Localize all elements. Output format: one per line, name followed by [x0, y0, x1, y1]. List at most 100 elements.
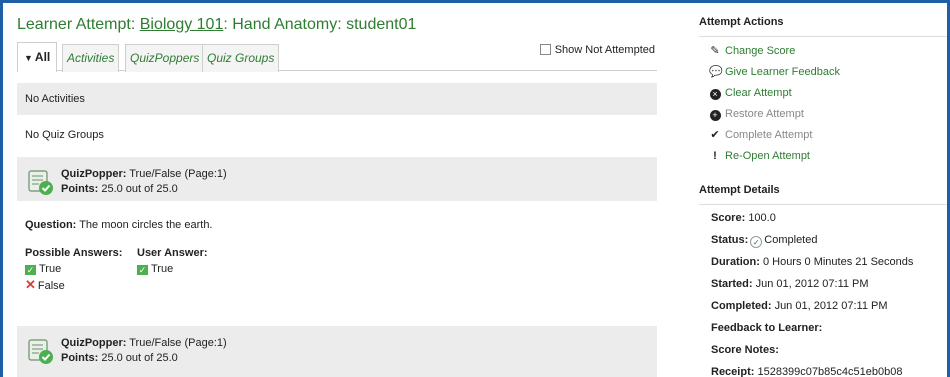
completed-label: Completed:: [711, 300, 772, 312]
clear-attempt-label: Clear Attempt: [725, 87, 792, 99]
tab-activities-label: Activities: [67, 51, 115, 65]
user-answer-value: ✓ True: [137, 261, 208, 277]
correct-check-icon: ✓: [25, 265, 36, 275]
course-link[interactable]: Biology 101: [140, 16, 224, 33]
plus-circle-icon: +: [709, 104, 721, 125]
tab-bar: ▼ All Activities QuizPoppers Quiz Groups …: [17, 41, 657, 72]
possible-answer-true: ✓ True: [25, 261, 122, 277]
wrong-x-icon: ✕: [25, 277, 36, 292]
restore-attempt-action[interactable]: + Restore Attempt: [699, 104, 947, 125]
question-text: The moon circles the earth.: [79, 219, 213, 231]
quizpopper-type-line: QuizPopper: True/False (Page:1): [61, 336, 657, 351]
tab-quizpoppers[interactable]: QuizPoppers: [125, 44, 205, 72]
page-title: Learner Attempt: Biology 101: Hand Anato…: [17, 13, 657, 37]
main-panel: Learner Attempt: Biology 101: Hand Anato…: [17, 13, 657, 303]
quiz-graded-icon: [28, 170, 53, 195]
started-value: Jun 01, 2012 07:11 PM: [755, 278, 869, 290]
clear-attempt-action[interactable]: × Clear Attempt: [699, 83, 947, 104]
restore-attempt-label: Restore Attempt: [725, 108, 804, 120]
correct-check-icon: ✓: [137, 265, 148, 275]
complete-attempt-action[interactable]: ✔ Complete Attempt: [699, 125, 947, 146]
possible-answers-label: Possible Answers:: [25, 247, 123, 259]
receipt-label: Receipt:: [711, 366, 755, 377]
activities-section: No Activities: [17, 83, 657, 115]
quizpopper-points-value: 25.0 out of 25.0: [101, 183, 178, 195]
quizpopper-points-value: 25.0 out of 25.0: [101, 352, 178, 364]
quizpopper-points-line: Points: 25.0 out of 25.0: [61, 351, 657, 366]
give-feedback-action[interactable]: 💬 Give Learner Feedback: [699, 62, 947, 83]
checkmark-icon: ✔: [710, 129, 720, 141]
tab-activities[interactable]: Activities: [62, 44, 120, 72]
quizpopper-type-label: QuizPopper:: [61, 337, 127, 349]
detail-score-notes: Score Notes:: [699, 339, 947, 361]
quizpopper-type-label: QuizPopper:: [61, 168, 127, 180]
show-not-attempted-checkbox[interactable]: [539, 44, 551, 55]
show-not-attempted-label: Show Not Attempted: [554, 44, 655, 56]
attempt-details-heading: Attempt Details: [699, 181, 947, 205]
reopen-attempt-action[interactable]: ! Re-Open Attempt: [699, 146, 947, 167]
detail-receipt: Receipt: 1528399c07b85c4c51eb0b08: [699, 361, 947, 377]
user-answer-text: True: [151, 263, 174, 275]
title-prefix: Learner Attempt:: [17, 16, 140, 33]
quizpopper-page: (Page:1): [184, 168, 227, 180]
detail-status: Status: ✓ Completed: [699, 229, 947, 251]
receipt-value: 1528399c07b85c4c51eb0b08: [757, 366, 903, 377]
tab-all[interactable]: ▼ All: [17, 42, 58, 72]
quiz-groups-section: No Quiz Groups: [17, 115, 657, 155]
quizpopper-page: (Page:1): [184, 337, 227, 349]
complete-attempt-label: Complete Attempt: [725, 129, 813, 141]
quizpopper-type-value: True/False: [129, 337, 182, 349]
started-label: Started:: [711, 278, 753, 290]
answers-grid: Possible Answers: ✓ True ✕ False User Answ…: [25, 245, 649, 303]
score-label: Score:: [711, 212, 746, 224]
quizpopper-header: QuizPopper: True/False (Page:1) Points: …: [17, 326, 657, 370]
duration-value: 0 Hours 0 Minutes 21 Seconds: [762, 256, 914, 268]
question-line: Question: The moon circles the earth.: [25, 211, 649, 239]
quizpopper-header: QuizPopper: True/False (Page:1) Points: …: [17, 157, 657, 201]
tab-quizpoppers-label: QuizPoppers: [130, 51, 200, 65]
feedback-label: Feedback to Learner:: [711, 322, 823, 334]
user-answer-column: User Answer: ✓ True: [137, 245, 208, 277]
speech-bubble-icon: 💬: [709, 66, 723, 78]
pencil-icon: ✎: [710, 45, 720, 57]
title-suffix: : Hand Anatomy: student01: [223, 16, 417, 33]
change-score-label: Change Score: [725, 45, 796, 57]
no-quiz-groups-text: No Quiz Groups: [25, 129, 104, 141]
score-value: 100.0: [748, 212, 776, 224]
show-not-attempted[interactable]: Show Not Attempted: [539, 44, 655, 56]
detail-feedback: Feedback to Learner:: [699, 317, 947, 339]
user-answer-label: User Answer:: [137, 247, 208, 259]
duration-label: Duration:: [711, 256, 760, 268]
detail-score: Score: 100.0: [699, 207, 947, 229]
give-feedback-label: Give Learner Feedback: [725, 66, 840, 78]
quizpopper-points-label: Points:: [61, 183, 99, 195]
possible-answer-false: ✕ False: [25, 277, 122, 294]
status-label: Status:: [711, 234, 749, 246]
caret-down-icon: ▼: [24, 53, 33, 63]
exclamation-icon: !: [713, 150, 717, 162]
attempt-actions-heading: Attempt Actions: [699, 13, 947, 37]
no-activities-text: No Activities: [25, 93, 85, 105]
detail-completed: Completed: Jun 01, 2012 07:11 PM: [699, 295, 947, 317]
window-frame: Learner Attempt: Biology 101: Hand Anato…: [0, 0, 950, 377]
detail-started: Started: Jun 01, 2012 07:11 PM: [699, 273, 947, 295]
attempt-sidebar: Attempt Actions ✎ Change Score 💬 Give Lear…: [699, 13, 947, 377]
quizpopper-type-value: True/False: [129, 168, 182, 180]
completed-status-icon: ✓: [750, 236, 763, 248]
possible-answer-true-text: True: [39, 263, 62, 275]
completed-value: Jun 01, 2012 07:11 PM: [774, 300, 888, 312]
question-label: Question:: [25, 219, 77, 231]
tab-all-label: All: [34, 50, 51, 64]
tab-quiz-groups-label: Quiz Groups: [207, 51, 275, 65]
change-score-action[interactable]: ✎ Change Score: [699, 41, 947, 62]
possible-answer-false-text: False: [37, 280, 65, 292]
detail-duration: Duration: 0 Hours 0 Minutes 21 Seconds: [699, 251, 947, 273]
status-value: Completed: [764, 234, 818, 246]
quizpopper-type-line: QuizPopper: True/False (Page:1): [61, 167, 649, 182]
quiz-graded-icon: [28, 339, 53, 364]
tab-quiz-groups[interactable]: Quiz Groups: [202, 44, 280, 72]
quizpopper-points-label: Points:: [61, 352, 99, 364]
quizpopper-points-line: Points: 25.0 out of 25.0: [61, 182, 649, 197]
x-circle-icon: ×: [709, 83, 721, 104]
reopen-attempt-label: Re-Open Attempt: [725, 150, 810, 162]
